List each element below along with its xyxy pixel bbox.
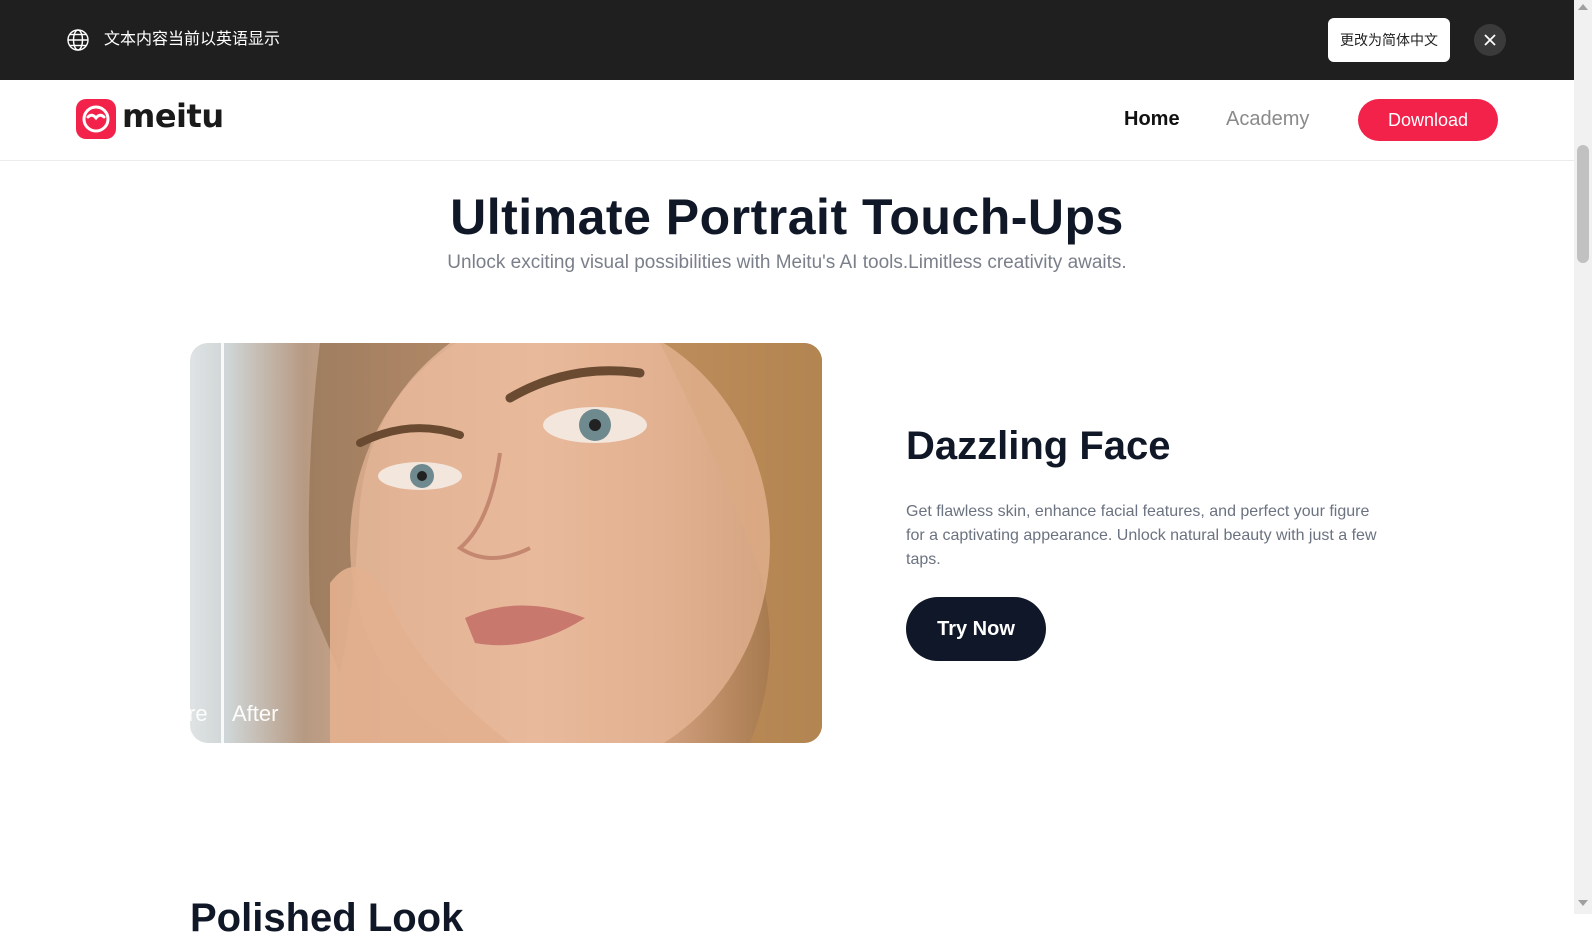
portrait-photo: [308, 343, 822, 743]
try-now-button[interactable]: Try Now: [906, 597, 1046, 661]
slider-divider[interactable]: [221, 343, 224, 743]
nav-link-academy[interactable]: Academy: [1226, 108, 1309, 131]
switch-language-button[interactable]: 更改为简体中文: [1328, 18, 1450, 62]
before-label: re: [190, 701, 208, 726]
download-button[interactable]: Download: [1358, 99, 1498, 141]
scroll-down-arrow-icon[interactable]: [1578, 900, 1588, 906]
before-after-image[interactable]: re After: [190, 343, 822, 743]
logo-wordmark[interactable]: meitu: [122, 97, 224, 135]
page-title: Ultimate Portrait Touch-Ups: [450, 189, 1124, 245]
globe-icon: [66, 28, 90, 52]
scroll-up-arrow-icon[interactable]: [1578, 4, 1588, 10]
banner-message: 文本内容当前以英语显示: [104, 31, 281, 48]
next-section-heading: Polished Look: [190, 896, 464, 940]
scroll-thumb[interactable]: [1577, 145, 1589, 263]
site-header: meitu Home Academy Download: [0, 80, 1574, 161]
page-scrollbar[interactable]: [1574, 0, 1592, 914]
after-label: After: [232, 701, 279, 726]
meitu-logo-icon[interactable]: [76, 99, 116, 139]
translate-banner: 文本内容当前以英语显示 更改为简体中文: [0, 0, 1574, 80]
feature-description: Get flawless skin, enhance facial featur…: [906, 503, 1377, 568]
feature-title: Dazzling Face: [906, 424, 1171, 468]
close-icon: [1484, 34, 1496, 46]
nav-link-home[interactable]: Home: [1124, 108, 1180, 131]
page-subtitle: Unlock exciting visual possibilities wit…: [447, 252, 1127, 273]
close-banner-button[interactable]: [1474, 24, 1506, 56]
